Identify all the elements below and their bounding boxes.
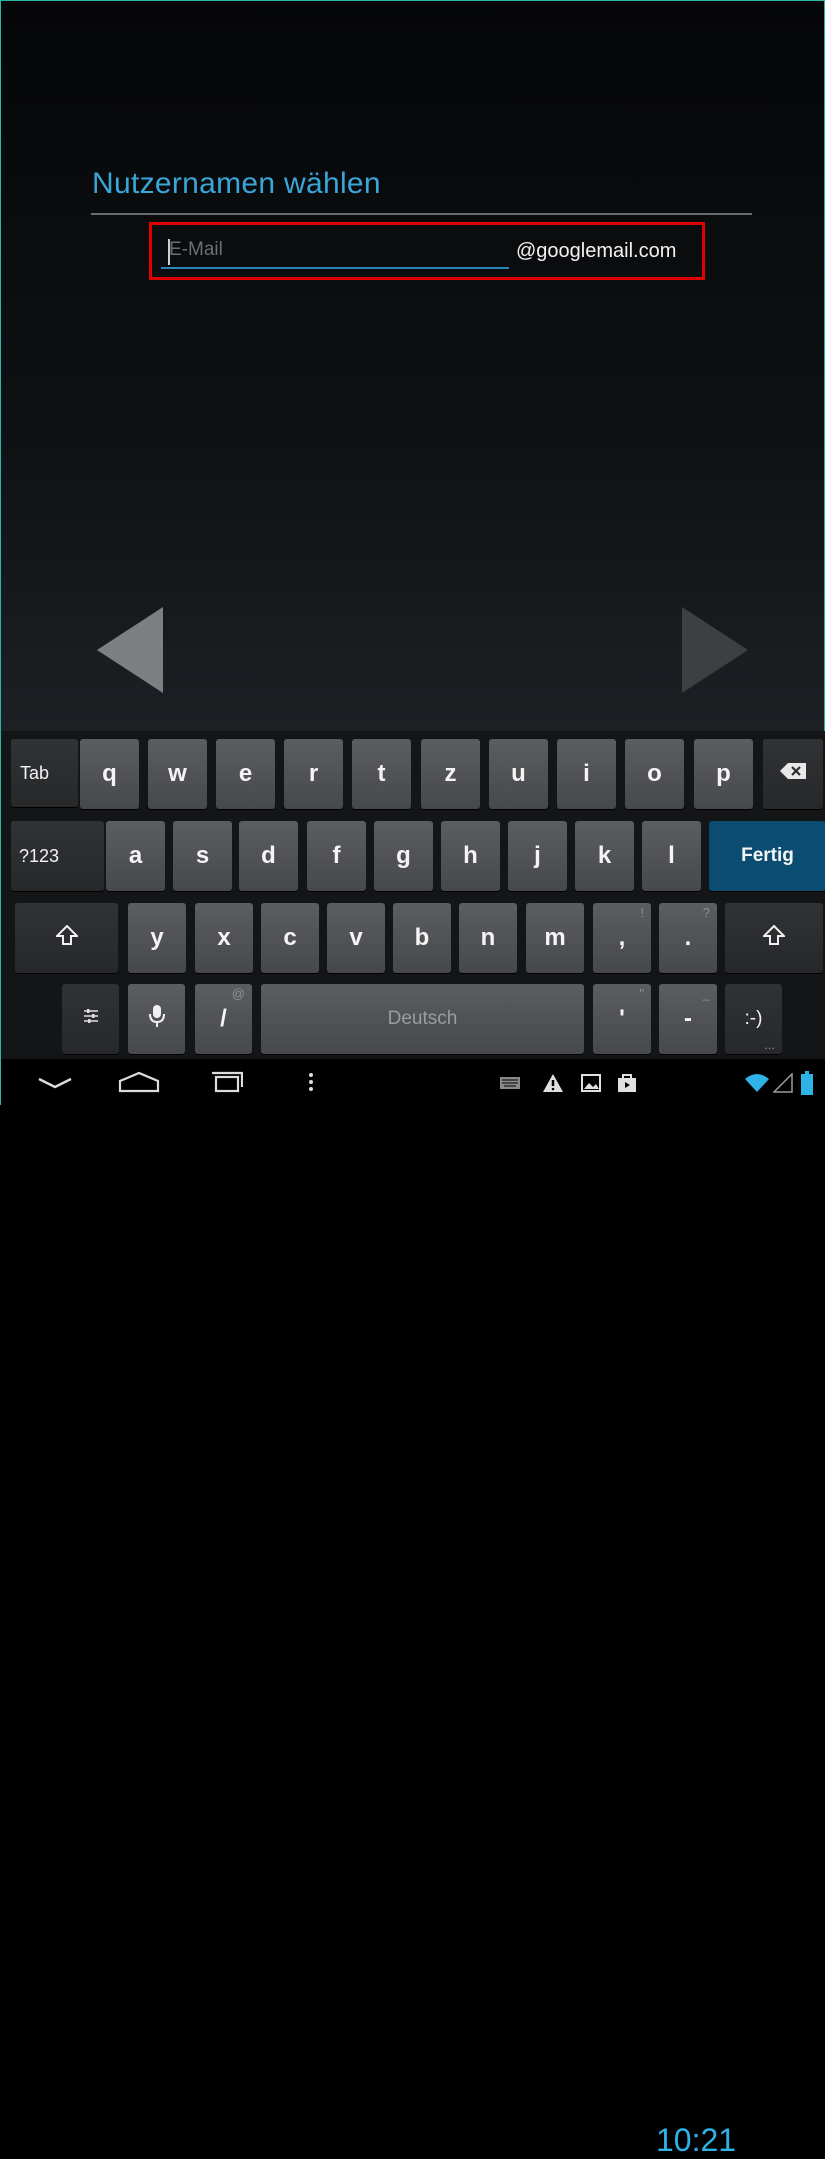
key-h[interactable]: h: [441, 821, 500, 891]
key-b[interactable]: b: [393, 903, 451, 973]
battery-icon: [797, 1069, 817, 1097]
status-time: 10:21: [656, 2122, 737, 2158]
title-divider: [91, 213, 752, 215]
key-w[interactable]: w: [148, 739, 207, 809]
key-comma-label: ,: [618, 924, 626, 951]
key-t[interactable]: t: [352, 739, 411, 809]
page-title: Nutzernamen wählen: [92, 167, 381, 200]
previous-arrow-button[interactable]: [97, 607, 163, 693]
key-smiley-alt: ...: [764, 1037, 775, 1052]
key-apostrophe[interactable]: ' ": [593, 984, 651, 1054]
keyboard-settings-icon: [82, 1007, 100, 1031]
done-button[interactable]: Fertig: [709, 821, 825, 891]
key-x[interactable]: x: [195, 903, 253, 973]
space-bar[interactable]: Deutsch: [261, 984, 584, 1054]
shift-icon: [761, 924, 787, 951]
key-e[interactable]: e: [216, 739, 275, 809]
shift-icon: [54, 924, 79, 951]
key-period-label: .: [684, 924, 692, 951]
key-smiley[interactable]: :-) ...: [725, 984, 782, 1054]
key-settings[interactable]: [62, 984, 119, 1054]
setup-screen: Nutzernamen wählen @googlemail.com Tab q…: [0, 0, 825, 2158]
domain-suffix: @googlemail.com: [516, 240, 677, 262]
key-shift-right[interactable]: [725, 903, 823, 973]
key-apostrophe-label: ': [619, 1005, 625, 1032]
key-tab[interactable]: Tab: [11, 739, 78, 807]
key-apostrophe-alt: ": [639, 986, 644, 1001]
key-dash-alt: _: [702, 986, 710, 1001]
key-f[interactable]: f: [307, 821, 366, 891]
wifi-icon: [743, 1071, 771, 1095]
key-a[interactable]: a: [106, 821, 165, 891]
key-dash[interactable]: - _: [659, 984, 717, 1054]
key-i[interactable]: i: [557, 739, 616, 809]
home-icon[interactable]: [117, 1069, 161, 1095]
key-l[interactable]: l: [642, 821, 701, 891]
key-d[interactable]: d: [239, 821, 298, 891]
key-slash-alt: @: [231, 986, 245, 1001]
system-navigation-bar: 10:21: [1, 1059, 825, 2158]
key-j[interactable]: j: [508, 821, 567, 891]
microphone-icon: [148, 1004, 165, 1035]
email-input[interactable]: [161, 233, 509, 269]
warning-icon: [541, 1071, 565, 1095]
key-o[interactable]: o: [625, 739, 684, 809]
key-slash[interactable]: / @: [195, 984, 252, 1054]
key-n[interactable]: n: [459, 903, 517, 973]
key-comma-alt: !: [640, 905, 644, 920]
key-s[interactable]: s: [173, 821, 232, 891]
next-arrow-button[interactable]: [682, 607, 748, 693]
key-y[interactable]: y: [128, 903, 186, 973]
key-smiley-label: :-): [744, 1008, 763, 1029]
key-v[interactable]: v: [327, 903, 385, 973]
recent-apps-icon[interactable]: [205, 1069, 245, 1095]
key-c[interactable]: c: [261, 903, 319, 973]
key-period[interactable]: . ?: [659, 903, 717, 973]
key-period-alt: ?: [702, 905, 710, 920]
backspace-icon: [780, 763, 806, 785]
key-backspace[interactable]: [763, 739, 823, 809]
key-comma[interactable]: , !: [593, 903, 651, 973]
key-q[interactable]: q: [80, 739, 139, 809]
key-u[interactable]: u: [489, 739, 548, 809]
key-g[interactable]: g: [374, 821, 433, 891]
back-chevron-icon[interactable]: [37, 1073, 73, 1093]
gallery-icon: [579, 1071, 603, 1095]
key-m[interactable]: m: [526, 903, 584, 973]
key-symbols[interactable]: ?123: [11, 821, 104, 891]
key-k[interactable]: k: [575, 821, 634, 891]
key-p[interactable]: p: [694, 739, 753, 809]
key-slash-label: /: [220, 1005, 227, 1032]
store-icon: [615, 1071, 639, 1095]
key-voice[interactable]: [128, 984, 185, 1054]
key-r[interactable]: r: [284, 739, 343, 809]
menu-dots-icon[interactable]: [301, 1069, 321, 1095]
on-screen-keyboard: Tab q w e r t z u i o p ?123 a s d f g h…: [1, 731, 825, 1061]
keyboard-icon: [498, 1073, 522, 1093]
key-shift-left[interactable]: [15, 903, 118, 973]
key-z[interactable]: z: [421, 739, 480, 809]
signal-icon: [771, 1071, 795, 1095]
text-cursor: [168, 239, 170, 265]
key-dash-label: -: [684, 1005, 692, 1032]
